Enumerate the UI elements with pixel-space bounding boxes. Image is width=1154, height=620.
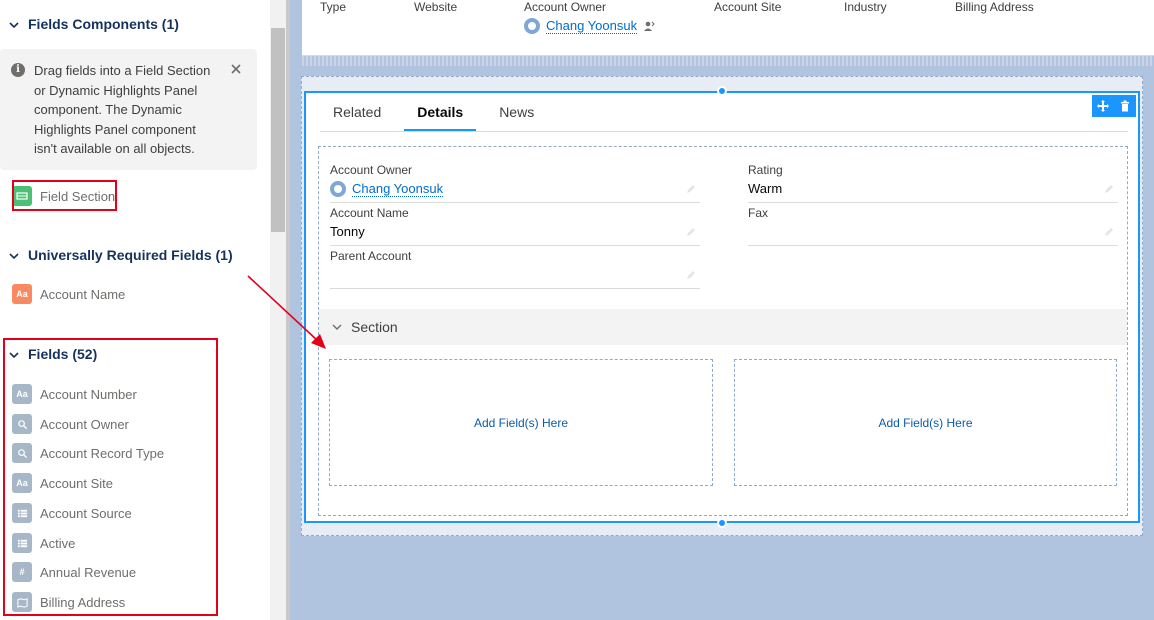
record-detail-component[interactable]: Account Owner Chang Yoonsuk Account Name… [318, 146, 1128, 516]
drop-zone-label: Add Field(s) Here [473, 415, 569, 430]
highlight-label: Type [320, 0, 347, 14]
fields-components-header[interactable]: Fields Components (1) [8, 16, 179, 32]
fields-components-title: Fields Components (1) [28, 16, 179, 32]
add-fields-drop-zone-right[interactable]: Add Field(s) Here [734, 359, 1117, 486]
tabs-component[interactable]: Related Details News Account Owner Chang… [304, 91, 1140, 523]
text-icon: Aa [12, 284, 32, 304]
sidebar-scrollbar[interactable] [270, 0, 286, 620]
field-label: Parent Account [330, 249, 412, 263]
highlight-label: Account Site [714, 0, 782, 14]
edit-pencil-icon[interactable] [686, 227, 696, 237]
owner-name: Chang Yoonsuk [546, 18, 638, 34]
page-canvas: Type Website Account Owner Account Site … [290, 0, 1154, 620]
resize-handle-bottom[interactable] [717, 518, 727, 528]
component-drop-area [302, 56, 1154, 66]
tab-related[interactable]: Related [320, 93, 394, 131]
avatar [330, 181, 346, 197]
edit-pencil-icon[interactable] [1104, 227, 1114, 237]
tab-details[interactable]: Details [404, 93, 477, 131]
field-item-account-name[interactable]: Aa Account Name [12, 283, 125, 305]
avatar [524, 18, 540, 34]
close-icon[interactable] [229, 62, 243, 76]
field-fax[interactable]: Fax [748, 206, 1118, 246]
edit-pencil-icon[interactable] [1104, 184, 1114, 194]
annotation-highlight-box [3, 338, 218, 616]
edit-pencil-icon[interactable] [686, 184, 696, 194]
highlight-label: Website [414, 0, 458, 14]
field-value: Warm [748, 181, 783, 196]
field-account-name[interactable]: Account Name Tonny [330, 206, 700, 246]
highlight-label: Account Owner [524, 0, 607, 14]
add-fields-drop-zone-left[interactable]: Add Field(s) Here [329, 359, 713, 486]
field-label: Fax [748, 206, 769, 220]
field-value[interactable]: Chang Yoonsuk [330, 181, 444, 197]
drop-zone-label: Add Field(s) Here [878, 415, 973, 430]
section-header[interactable]: Section [319, 309, 1127, 345]
tab-news[interactable]: News [486, 93, 547, 131]
info-icon: i [11, 63, 25, 77]
highlight-label: Industry [844, 0, 887, 14]
highlights-panel[interactable]: Type Website Account Owner Account Site … [302, 0, 1154, 56]
highlight-label: Billing Address [955, 0, 1034, 14]
universally-required-header[interactable]: Universally Required Fields (1) [8, 247, 233, 263]
field-account-owner[interactable]: Account Owner Chang Yoonsuk [330, 163, 700, 203]
tab-bar: Related Details News [320, 93, 1128, 132]
chevron-down-icon [8, 249, 20, 261]
account-owner-link[interactable]: Chang Yoonsuk [524, 18, 655, 34]
field-parent-account[interactable]: Parent Account [330, 249, 700, 289]
universally-required-title: Universally Required Fields (1) [28, 247, 233, 263]
field-label: Rating [748, 163, 783, 177]
field-value: Tonny [330, 224, 365, 239]
change-owner-icon[interactable] [643, 20, 655, 32]
field-item-label: Account Name [40, 286, 126, 302]
info-message-text: Drag fields into a Field Section or Dyna… [34, 63, 211, 156]
field-rating[interactable]: Rating Warm [748, 163, 1118, 203]
field-label: Account Name [330, 206, 409, 220]
chevron-down-icon [332, 324, 342, 330]
annotation-highlight-box [12, 180, 117, 211]
scrollbar-thumb[interactable] [271, 28, 285, 232]
info-message: i Drag fields into a Field Section or Dy… [0, 49, 257, 170]
chevron-down-icon [8, 18, 20, 30]
components-sidebar: Fields Components (1) i Drag fields into… [0, 0, 270, 620]
owner-name: Chang Yoonsuk [352, 181, 444, 197]
edit-pencil-icon[interactable] [686, 270, 696, 280]
resize-handle-top[interactable] [717, 86, 727, 96]
section-title: Section [351, 319, 398, 335]
field-label: Account Owner [330, 163, 413, 177]
